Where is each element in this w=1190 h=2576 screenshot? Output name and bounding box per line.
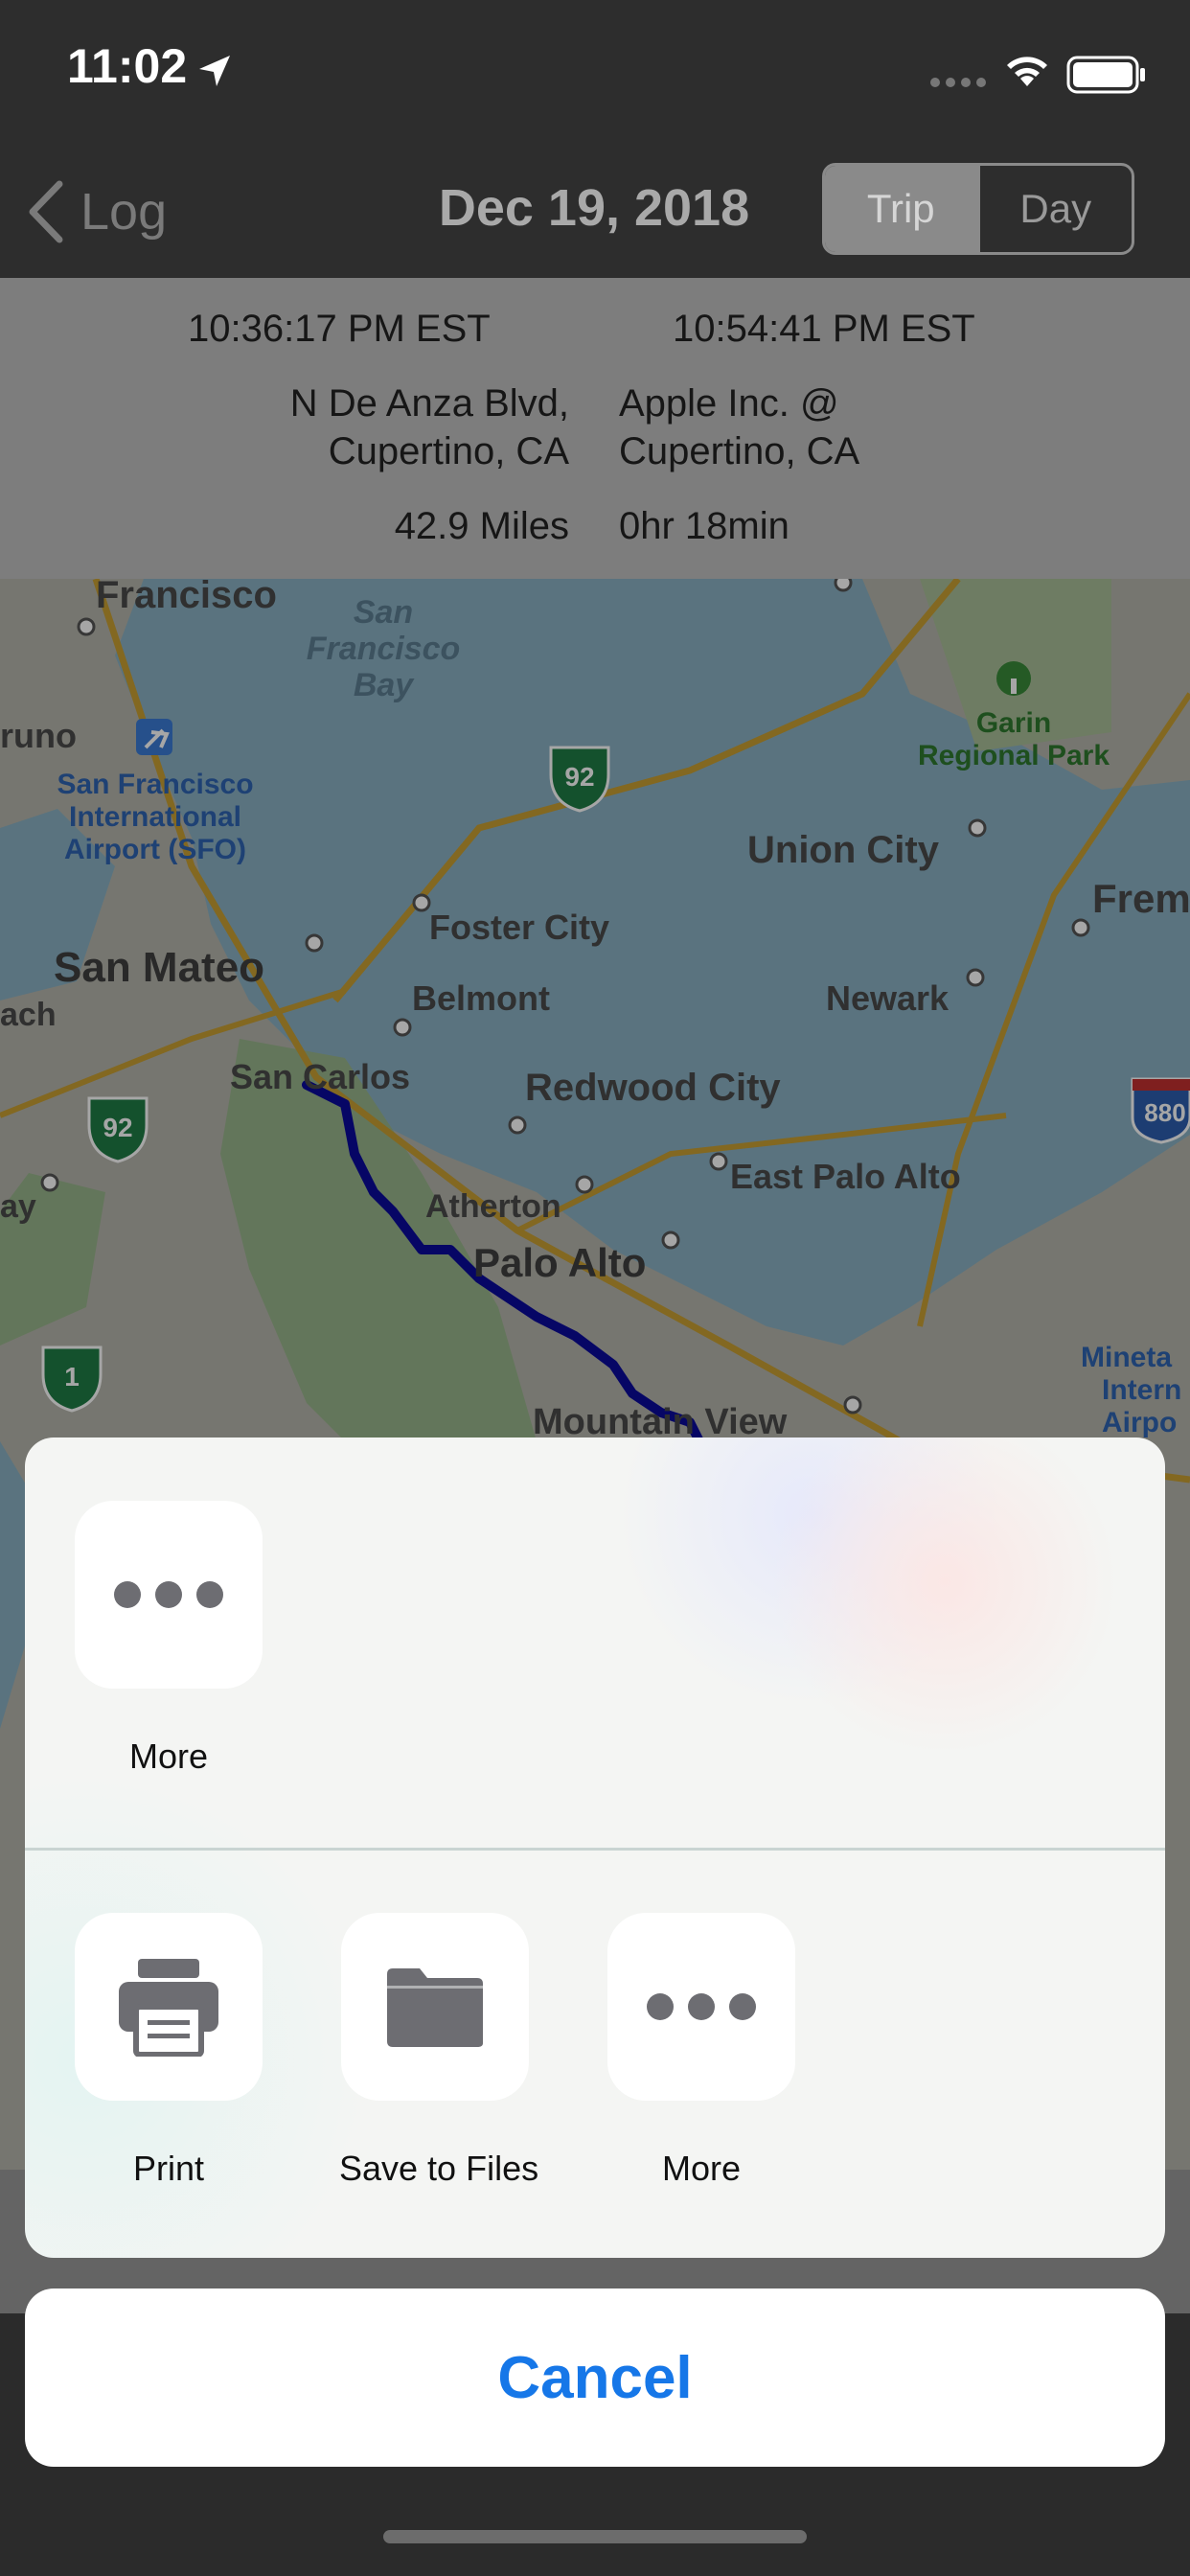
action-more-top[interactable]: More [73,1501,264,1777]
action-print-tile [75,1913,263,2101]
end-time: 10:54:41 PM EST [673,308,975,350]
status-time: 11:02 [67,39,188,93]
trip-duration: 0hr 18min [619,505,790,547]
end-address-line2: Cupertino, CA [619,430,860,472]
start-address-line1: N De Anza Blvd, [289,382,569,425]
action-more-top-label: More [128,1736,209,1776]
wifi-icon [1007,57,1047,86]
back-button[interactable]: Log [27,178,167,245]
action-more-label: More [661,2149,742,2188]
end-address-line1: Apple Inc. @ [619,382,839,425]
action-save-to-files-tile [341,1913,529,2101]
action-save-to-files-label: Save to Files [339,2149,539,2188]
trip-distance: 42.9 Miles [394,505,569,547]
action-more-top-tile [75,1501,263,1689]
battery-icon [1066,56,1145,94]
action-print-label: Print [132,2149,205,2188]
navigation-bar: Log Dec 19, 2018 Trip Day [0,144,1190,278]
location-arrow-icon [199,56,230,86]
start-address-line2: Cupertino, CA [328,430,569,472]
printer-icon [119,1959,218,2057]
ellipsis-icon [647,1993,756,2020]
action-more-tile [607,1913,795,2101]
trip-day-segmented-control: Trip Day [822,163,1134,255]
trip-summary: 10:36:17 PM EST 10:54:41 PM EST N De Anz… [0,278,1190,579]
chevron-left-icon [29,180,63,243]
page-title: Dec 19, 2018 [438,179,750,237]
share-sheet: More Print Save to Files More [25,1438,1165,2258]
home-indicator[interactable] [383,2530,807,2543]
action-print[interactable]: Print [73,1913,264,2189]
cellular-signal-icon [930,78,986,87]
folder-icon [387,1968,483,2047]
segment-trip[interactable]: Trip [825,166,977,252]
cancel-button[interactable]: Cancel [25,2288,1165,2467]
ellipsis-icon [114,1581,223,1608]
segment-day[interactable]: Day [976,166,1133,252]
action-save-to-files[interactable]: Save to Files [339,1913,539,2189]
back-button-label: Log [80,183,168,241]
action-more[interactable]: More [606,1913,797,2189]
status-bar: 11:02 [0,0,1190,144]
row-divider [25,1848,1165,1851]
start-time: 10:36:17 PM EST [188,308,491,350]
